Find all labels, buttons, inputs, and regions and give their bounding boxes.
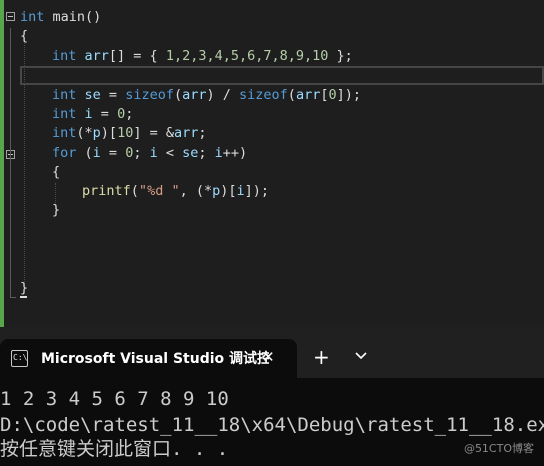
- format-specifier: %d: [147, 183, 164, 199]
- fold-guide: [10, 28, 11, 298]
- code-text: (*: [76, 125, 93, 141]
- code-text: ;: [133, 145, 150, 161]
- change-tracking-bar: [0, 0, 4, 327]
- code-line-1: int main(): [20, 8, 101, 27]
- code-text: (: [130, 183, 139, 199]
- code-text: ;: [125, 106, 134, 122]
- console-output-line: 1 2 3 4 5 6 7 8 9 10: [0, 388, 229, 410]
- fold-collapse-icon[interactable]: [6, 12, 15, 21]
- chevron-down-icon[interactable]: [354, 349, 368, 363]
- code-text: (: [76, 145, 93, 161]
- number-literal: 0: [117, 106, 126, 122]
- number-literal: 0: [328, 87, 337, 103]
- code-text: =: [100, 87, 126, 103]
- variable: p: [92, 125, 101, 141]
- keyword: int: [52, 87, 77, 103]
- variable: se: [84, 87, 101, 103]
- variable: arr: [84, 48, 109, 64]
- keyword: sizeof: [125, 87, 174, 103]
- code-text: main(): [44, 9, 102, 25]
- variable: arr: [173, 125, 199, 141]
- code-editor[interactable]: int main() { int arr[] = { 1,2,3,4,5,6,7…: [0, 0, 544, 327]
- variable: i: [214, 145, 223, 161]
- code-text: }: [20, 280, 29, 296]
- code-text: ]);: [336, 87, 361, 103]
- code-line-9: {: [52, 163, 60, 182]
- code-text: )[: [220, 183, 237, 199]
- code-text: ) /: [206, 87, 240, 103]
- keyword: sizeof: [239, 87, 288, 103]
- keyword: for: [52, 145, 77, 161]
- console-output-line: 按任意键关闭此窗口. . .: [0, 438, 229, 460]
- code-line-5: int se = sizeof(arr) / sizeof(arr[0]);: [52, 86, 361, 105]
- keyword: int: [52, 125, 77, 141]
- code-text: (: [173, 87, 183, 103]
- text-caret: [20, 296, 27, 298]
- code-text: ;: [198, 125, 207, 141]
- code-text: ;: [198, 145, 215, 161]
- code-line-7: int(*p)[10] = &arr;: [52, 124, 207, 143]
- code-text: =: [100, 145, 126, 161]
- current-line-highlight: [20, 66, 544, 85]
- code-line-3: int arr[] = { 1,2,3,4,5,6,7,8,9,10 };: [52, 47, 353, 66]
- code-line-6: int i = 0;: [52, 105, 133, 124]
- variable: i: [92, 145, 101, 161]
- code-text: [] = {: [108, 48, 166, 64]
- keyword: int: [20, 9, 45, 25]
- code-text: };: [328, 48, 353, 64]
- code-text: <: [157, 145, 183, 161]
- console-icon: C:\: [11, 350, 28, 367]
- variable: i: [84, 106, 93, 122]
- terminal-tab-bar: C:\ Microsoft Visual Studio 调试控制台 ✕ +: [0, 327, 544, 378]
- tab-title: Microsoft Visual Studio 调试控制台: [41, 351, 269, 367]
- code-text: =: [92, 106, 118, 122]
- new-tab-button[interactable]: +: [313, 345, 330, 369]
- variable: se: [182, 145, 199, 161]
- code-line-2: {: [20, 27, 28, 46]
- number-literal: 1,2,3,4,5,6,7,8,9,10: [165, 48, 329, 64]
- variable: arr: [182, 87, 207, 103]
- code-text: ++): [222, 145, 248, 161]
- string-literal: ": [138, 183, 148, 199]
- number-literal: 10: [117, 125, 134, 141]
- console-output-line: D:\code\ratest_11__18\x64\Debug\ratest_1…: [0, 414, 544, 436]
- keyword: int: [52, 48, 77, 64]
- debug-console[interactable]: C:\ Microsoft Visual Studio 调试控制台 ✕ + 1 …: [0, 327, 544, 466]
- code-text: )[: [100, 125, 118, 141]
- keyword: int: [52, 106, 77, 122]
- code-text: ] = &: [133, 125, 174, 141]
- code-line-11: }: [52, 201, 60, 220]
- variable: arr: [295, 87, 321, 103]
- code-line-10: printf("%d ", (*p)[i]);: [82, 182, 269, 201]
- function-name: printf: [82, 183, 131, 199]
- console-tab[interactable]: C:\ Microsoft Visual Studio 调试控制台 ✕: [0, 339, 297, 378]
- code-text: {: [20, 28, 29, 44]
- close-icon[interactable]: ✕: [262, 348, 275, 366]
- code-text: (: [287, 87, 296, 103]
- fold-guide-end: [10, 297, 16, 298]
- code-line-8: for (i = 0; i < se; i++): [52, 144, 247, 163]
- code-text: , (*: [179, 183, 213, 199]
- code-text: }: [52, 202, 61, 218]
- string-literal: ": [163, 183, 180, 199]
- watermark: @51CTO博客: [463, 442, 534, 455]
- variable: i: [236, 183, 245, 199]
- code-text: ]);: [244, 183, 270, 199]
- code-text: {: [52, 164, 61, 180]
- variable: i: [149, 145, 158, 161]
